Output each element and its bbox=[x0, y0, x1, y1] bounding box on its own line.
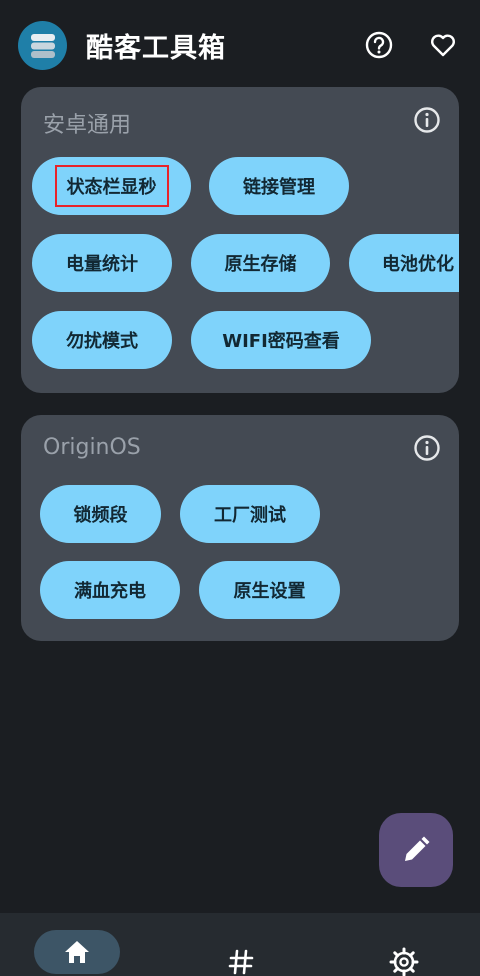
chip-label: 链接管理 bbox=[243, 177, 315, 198]
section-title: OriginOS bbox=[43, 435, 141, 460]
app-title: 酷客工具箱 bbox=[86, 33, 226, 64]
chip-label: 锁频段 bbox=[73, 505, 128, 526]
feature-chip-native-storage[interactable]: 原生存储 bbox=[191, 234, 330, 292]
chip-label: 原生设置 bbox=[233, 581, 306, 602]
feature-chip-status-bar-seconds[interactable]: 状态栏显秒 bbox=[32, 157, 191, 215]
info-circle-icon bbox=[414, 107, 440, 133]
nav-tab-tags[interactable] bbox=[222, 949, 260, 976]
chip-label: 电池优化 bbox=[382, 254, 454, 275]
section-originos: OriginOS 锁频段 工厂测试 满血充电 原生设置 bbox=[21, 415, 459, 641]
gear-icon bbox=[389, 947, 419, 976]
info-button[interactable] bbox=[413, 434, 441, 462]
section-android-general: 安卓通用 状态栏显秒 链接管理 电量统计 原生存储 电池优化 勿扰模式 WIFI… bbox=[21, 87, 459, 393]
feature-chip-battery-stats[interactable]: 电量统计 bbox=[32, 234, 172, 292]
nav-tab-home[interactable] bbox=[34, 930, 120, 974]
chip-label: 电量统计 bbox=[66, 254, 138, 275]
heart-outline-icon bbox=[431, 34, 455, 57]
nav-tab-settings[interactable] bbox=[384, 947, 424, 976]
feature-chip-wifi-password[interactable]: WIFI密码查看 bbox=[191, 311, 371, 369]
chip-label: 原生存储 bbox=[224, 254, 297, 275]
chip-label: 工厂测试 bbox=[214, 505, 286, 526]
feature-chip-factory-test[interactable]: 工厂测试 bbox=[180, 485, 320, 543]
favorite-button[interactable] bbox=[426, 28, 460, 62]
feature-chip-battery-optimization[interactable]: 电池优化 bbox=[349, 234, 459, 292]
section-title: 安卓通用 bbox=[43, 113, 132, 138]
feature-chip-link-manager[interactable]: 链接管理 bbox=[209, 157, 349, 215]
feature-chip-native-settings[interactable]: 原生设置 bbox=[199, 561, 340, 619]
home-icon bbox=[65, 941, 89, 963]
feature-chip-full-power-charge[interactable]: 满血充电 bbox=[40, 561, 180, 619]
hashtag-icon bbox=[228, 949, 254, 975]
chip-label: WIFI密码查看 bbox=[222, 331, 340, 352]
chip-label: 勿扰模式 bbox=[66, 331, 138, 352]
help-button[interactable] bbox=[362, 28, 396, 62]
feature-chip-do-not-disturb[interactable]: 勿扰模式 bbox=[32, 311, 172, 369]
info-button[interactable] bbox=[413, 106, 441, 134]
app-screen: 酷客工具箱 安卓通用 状态栏显秒 链接管理 电量统计 原生存储 电池优化 勿扰模… bbox=[0, 0, 480, 976]
edit-fab-button[interactable] bbox=[379, 813, 453, 887]
chip-label: 满血充电 bbox=[74, 581, 146, 602]
feature-chip-band-lock[interactable]: 锁频段 bbox=[40, 485, 161, 543]
help-circle-icon bbox=[365, 31, 393, 59]
app-logo-icon bbox=[18, 21, 67, 70]
pencil-icon bbox=[405, 836, 430, 861]
info-circle-icon bbox=[414, 435, 440, 461]
chip-label: 状态栏显秒 bbox=[54, 165, 169, 207]
bottom-navigation bbox=[0, 913, 480, 976]
